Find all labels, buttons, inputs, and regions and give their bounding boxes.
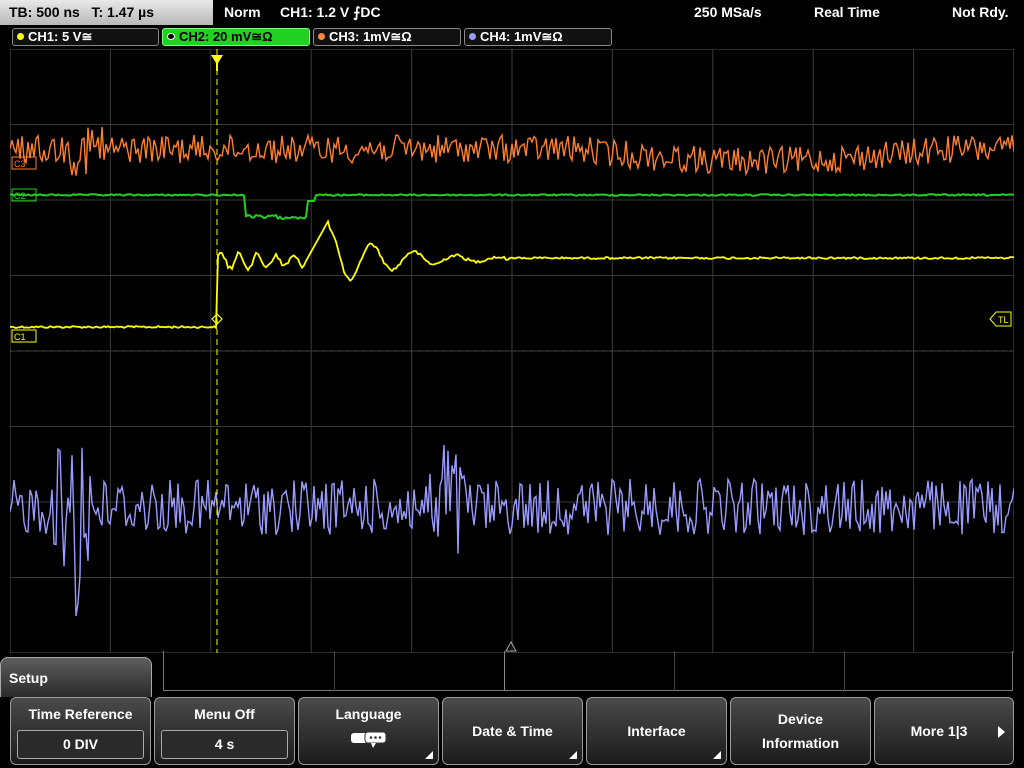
language-label: Language: [335, 706, 402, 722]
trigger-level-label: TL: [998, 315, 1009, 325]
menu-off-button[interactable]: Menu Off 4 s: [154, 697, 295, 765]
ch1-dot-icon: [17, 33, 24, 41]
time-reference-button[interactable]: Time Reference 0 DIV: [10, 697, 151, 765]
ch4-dot-icon: [469, 33, 476, 41]
menu-off-label: Menu Off: [194, 706, 255, 722]
waveform-display[interactable]: C3 C2 C1 TL: [10, 49, 1014, 653]
sample-rate: 250 MSa/s: [694, 4, 762, 20]
device-information-button[interactable]: Device Information: [730, 697, 871, 765]
submenu-indicator-icon: [425, 751, 433, 759]
tab-ch3[interactable]: CH3: 1mV≅Ω: [313, 28, 461, 46]
ch1-marker-label: C1: [14, 332, 26, 342]
language-button[interactable]: Language: [298, 697, 439, 765]
menu-title: Setup: [0, 657, 152, 697]
interface-button[interactable]: Interface: [586, 697, 727, 765]
ch2-marker-label: C2: [14, 191, 26, 201]
ch4-label: CH4: 1mV≅Ω: [480, 29, 563, 44]
ch3-label: CH3: 1mV≅Ω: [329, 29, 412, 44]
submenu-indicator-icon: [713, 751, 721, 759]
time-reference-value[interactable]: 0 DIV: [17, 730, 144, 759]
status-bar: TB: 500 ns T: 1.47 µs Norm CH1: 1.2 V ⨍D…: [0, 0, 1024, 25]
timebase-value: TB: 500 ns: [9, 4, 80, 20]
device-information-label-2: Information: [762, 735, 839, 751]
ch1-label: CH1: 5 V≅: [28, 29, 93, 44]
more-button[interactable]: More 1|3: [874, 697, 1014, 765]
time-offset-value: T: 1.47 µs: [91, 4, 155, 20]
menu-info-strip: [163, 651, 1013, 691]
speech-bubble-icon: [351, 731, 387, 748]
time-reference-label: Time Reference: [28, 706, 133, 722]
date-time-button[interactable]: Date & Time: [442, 697, 583, 765]
acquisition-mode: Real Time: [814, 4, 880, 20]
ch3-dot-icon: [318, 33, 325, 41]
more-label: More 1|3: [910, 723, 968, 739]
ch3-marker-label: C3: [14, 159, 26, 169]
next-page-arrow-icon: [998, 726, 1005, 738]
trigger-mode[interactable]: Norm: [224, 0, 261, 25]
tab-ch1[interactable]: CH1: 5 V≅: [12, 28, 159, 46]
trigger-settings[interactable]: CH1: 1.2 V ⨍DC: [280, 0, 381, 25]
interface-label: Interface: [627, 723, 686, 739]
date-time-label: Date & Time: [472, 723, 553, 739]
tab-ch2[interactable]: CH2: 20 mV≅Ω: [162, 28, 310, 46]
ch2-dot-icon: [167, 33, 175, 41]
tab-ch4[interactable]: CH4: 1mV≅Ω: [464, 28, 612, 46]
trigger-state: Not Rdy.: [952, 4, 1009, 20]
device-information-label: Device: [777, 711, 824, 727]
timebase-readout[interactable]: TB: 500 ns T: 1.47 µs: [0, 0, 213, 25]
ch2-label: CH2: 20 mV≅Ω: [179, 29, 273, 44]
menu-off-value[interactable]: 4 s: [161, 730, 288, 759]
submenu-indicator-icon: [569, 751, 577, 759]
